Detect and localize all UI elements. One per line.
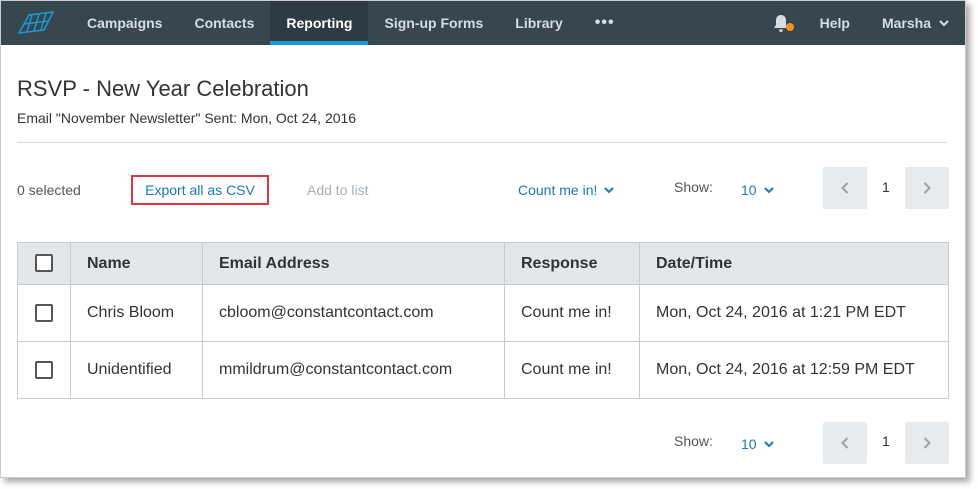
brand-logo-icon[interactable]	[1, 1, 71, 45]
footer-next-page-button[interactable]	[905, 422, 949, 464]
select-all-checkbox[interactable]	[35, 254, 53, 273]
footer-page-size-select[interactable]: 10	[741, 436, 774, 452]
nav-reporting-label: Reporting	[286, 15, 353, 31]
nav-more-menu[interactable]: •••	[579, 1, 631, 45]
table-row: Chris Bloom cbloom@constantcontact.com C…	[17, 284, 949, 342]
nav-signup-forms[interactable]: Sign-up Forms	[368, 1, 499, 45]
page-size-value: 10	[741, 182, 757, 198]
prev-page-button[interactable]	[823, 167, 867, 209]
show-label: Show:	[674, 179, 713, 195]
selected-count: 0 selected	[17, 182, 81, 198]
row-checkbox[interactable]	[35, 303, 53, 322]
footer-current-page: 1	[882, 433, 890, 449]
chevron-down-icon	[763, 186, 774, 193]
chevron-down-icon	[604, 186, 615, 193]
current-page: 1	[882, 179, 890, 195]
top-nav: Campaigns Contacts Reporting Sign-up For…	[1, 1, 965, 45]
cell-email: cbloom@constantcontact.com	[202, 284, 505, 342]
row-select-cell	[17, 341, 71, 399]
header-divider	[17, 142, 947, 143]
nav-signup-forms-label: Sign-up Forms	[384, 15, 484, 31]
response-filter-dropdown[interactable]: Count me in!	[518, 182, 615, 198]
cell-datetime: Mon, Oct 24, 2016 at 12:59 PM EDT	[639, 341, 949, 399]
app-window: Campaigns Contacts Reporting Sign-up For…	[0, 0, 966, 478]
chevron-left-icon	[841, 437, 849, 449]
nav-campaigns-label: Campaigns	[87, 15, 163, 31]
page-size-select[interactable]: 10	[741, 182, 774, 198]
nav-library[interactable]: Library	[499, 1, 578, 45]
row-select-cell	[17, 284, 71, 342]
nav-right-group: Help Marsha	[758, 1, 965, 45]
notification-dot	[785, 23, 794, 31]
footer-page-size-value: 10	[741, 436, 757, 452]
export-csv-label: Export all as CSV	[145, 182, 255, 198]
cell-email: mmildrum@constantcontact.com	[202, 341, 505, 399]
nav-campaigns[interactable]: Campaigns	[71, 1, 178, 45]
chevron-left-icon	[841, 182, 849, 194]
response-filter-value: Count me in!	[518, 182, 598, 198]
footer-show-label: Show:	[674, 433, 713, 449]
chevron-right-icon	[923, 182, 931, 194]
user-name: Marsha	[881, 15, 931, 31]
cell-name: Chris Bloom	[70, 284, 203, 342]
table-header-row: Name Email Address Response Date/Time	[17, 242, 949, 285]
row-checkbox[interactable]	[35, 360, 53, 379]
notifications-button[interactable]	[758, 1, 804, 45]
page-title: RSVP - New Year Celebration	[17, 76, 309, 101]
more-icon: •••	[594, 14, 615, 31]
chevron-down-icon	[939, 19, 949, 26]
cell-response: Count me in!	[504, 284, 640, 342]
cell-datetime: Mon, Oct 24, 2016 at 1:21 PM EDT	[639, 284, 949, 342]
column-header-email[interactable]: Email Address	[202, 242, 505, 285]
export-csv-button[interactable]: Export all as CSV	[131, 175, 269, 205]
nav-contacts[interactable]: Contacts	[178, 1, 270, 45]
next-page-button[interactable]	[905, 167, 949, 209]
chevron-down-icon	[763, 440, 774, 447]
nav-contacts-label: Contacts	[194, 15, 255, 31]
chevron-right-icon	[923, 437, 931, 449]
nav-reporting[interactable]: Reporting	[270, 1, 369, 45]
nav-library-label: Library	[515, 15, 563, 31]
user-menu[interactable]: Marsha	[866, 1, 965, 45]
add-to-list-button[interactable]: Add to list	[307, 182, 368, 198]
nav-help-label: Help	[819, 15, 850, 31]
column-header-response[interactable]: Response	[504, 242, 640, 285]
column-header-datetime[interactable]: Date/Time	[639, 242, 949, 285]
footer-prev-page-button[interactable]	[823, 422, 867, 464]
table-row: Unidentified mmildrum@constantcontact.co…	[17, 341, 949, 399]
cell-name: Unidentified	[70, 341, 203, 399]
rsvp-table: Name Email Address Response Date/Time Ch…	[17, 242, 949, 399]
cell-response: Count me in!	[504, 341, 640, 399]
email-sent-info: Email "November Newsletter" Sent: Mon, O…	[17, 110, 357, 126]
nav-help[interactable]: Help	[804, 1, 866, 45]
column-header-name[interactable]: Name	[70, 242, 203, 285]
select-all-cell	[17, 242, 71, 285]
